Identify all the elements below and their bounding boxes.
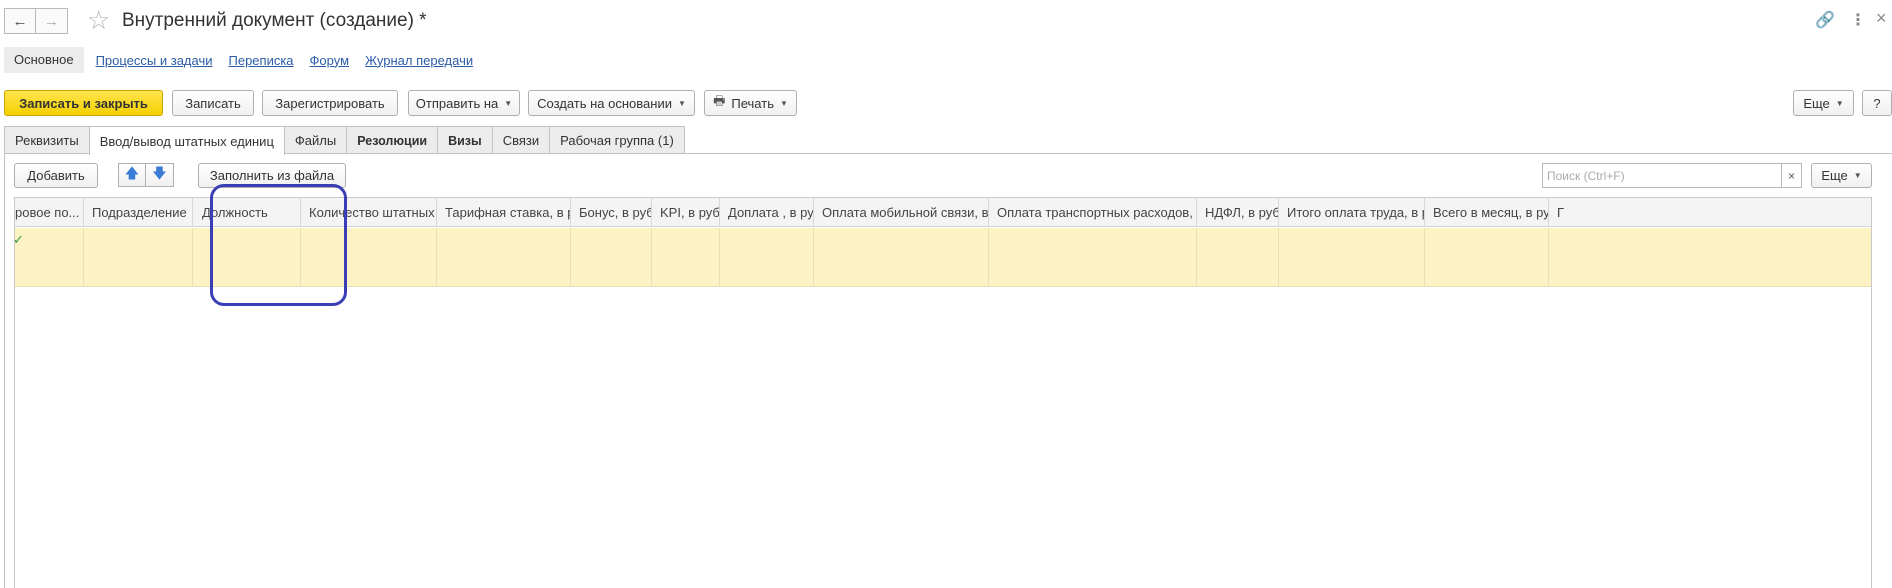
save-label: Записать (185, 95, 241, 111)
chevron-down-icon: ▼ (779, 98, 788, 108)
more-actions-button[interactable]: Еще ▼ (1793, 90, 1854, 116)
section-processes-link[interactable]: Процессы и задачи (92, 53, 217, 68)
chevron-down-icon: ▼ (504, 98, 513, 108)
favorite-star-icon[interactable]: ☆ (87, 6, 110, 34)
table-more-label: Еще (1821, 168, 1848, 183)
add-row-label: Добавить (27, 168, 85, 183)
column-header[interactable]: Доплата , в руб. (720, 198, 814, 227)
search-box: × (1542, 163, 1802, 188)
tab-workgroup[interactable]: Рабочая группа (1) (549, 126, 685, 154)
history-nav: ← → (4, 8, 68, 34)
column-header[interactable]: Бонус, в руб. (571, 198, 652, 227)
tab-details[interactable]: Реквизиты (4, 126, 90, 154)
search-input[interactable] (1543, 164, 1781, 187)
column-header[interactable]: Подразделение (84, 198, 193, 227)
print-label: Печать (731, 95, 774, 111)
column-header[interactable]: Итого оплата труда, в руб. (1279, 198, 1425, 227)
save-and-close-label: Записать и закрыть (19, 95, 148, 111)
move-down-button[interactable]: 🡇 (146, 163, 174, 187)
table-cell[interactable] (1197, 228, 1279, 287)
table-cell[interactable] (1425, 228, 1549, 287)
tab-resolutions[interactable]: Резолюции (346, 126, 439, 154)
tab-bar: Реквизиты Ввод/вывод штатных единиц Файл… (4, 126, 685, 155)
close-icon[interactable]: × (1876, 8, 1887, 29)
table-cell[interactable] (1549, 228, 1589, 287)
column-header[interactable]: KPI, в руб. (652, 198, 720, 227)
help-button[interactable]: ? (1862, 90, 1892, 116)
help-icon: ? (1873, 95, 1881, 111)
link-icon[interactable]: 🔗 (1815, 10, 1835, 30)
section-transfer-log-link[interactable]: Журнал передачи (361, 53, 477, 68)
more-menu-icon[interactable]: ⋮ (1850, 10, 1866, 30)
chevron-down-icon: ▼ (677, 98, 686, 108)
section-main[interactable]: Основное (4, 47, 84, 73)
tab-visas[interactable]: Визы (437, 126, 493, 154)
table-cell[interactable] (814, 228, 989, 287)
table-cell[interactable] (720, 228, 814, 287)
document-title: Внутренний документ (создание) * (122, 10, 427, 31)
forward-arrow-icon: → (44, 12, 59, 30)
more-actions-label: Еще (1803, 95, 1830, 111)
table-cell[interactable] (652, 228, 720, 287)
table-cell[interactable] (15, 228, 84, 287)
column-header[interactable]: Всего в месяц, в руб. (1425, 198, 1549, 227)
tab-files[interactable]: Файлы (283, 126, 348, 154)
arrow-up-icon: 🡅 (124, 165, 140, 181)
column-header[interactable]: ровое по... (15, 198, 84, 227)
move-buttons: 🡅 🡇 (118, 163, 174, 187)
highlight-annotation (210, 184, 347, 306)
table-cell[interactable] (84, 228, 193, 287)
chevron-down-icon: ▼ (1853, 171, 1862, 180)
register-button[interactable]: Зарегистрировать (262, 90, 398, 116)
fill-from-file-label: Заполнить из файла (209, 168, 335, 183)
table-cell[interactable] (437, 228, 571, 287)
table-cell[interactable] (571, 228, 652, 287)
table-cell[interactable] (989, 228, 1197, 287)
register-label: Зарегистрировать (275, 95, 385, 111)
close-icon: × (1787, 168, 1795, 183)
tab-divider (4, 153, 1892, 154)
column-header[interactable]: Тарифная ставка, в руб. (437, 198, 571, 227)
save-and-close-button[interactable]: Записать и закрыть (4, 90, 163, 116)
chevron-down-icon: ▼ (1835, 98, 1844, 108)
table-more-button[interactable]: Еще ▼ (1811, 163, 1872, 188)
section-correspondence-link[interactable]: Переписка (225, 53, 298, 68)
column-header[interactable]: Оплата транспортных расходов, в руб. (989, 198, 1197, 227)
table-cell[interactable] (1279, 228, 1425, 287)
add-row-button[interactable]: Добавить (14, 163, 98, 188)
column-header[interactable]: НДФЛ, в руб. (1197, 198, 1279, 227)
printer-icon: 🖶 (713, 93, 726, 108)
section-nav: Основное Процессы и задачи Переписка Фор… (4, 47, 477, 73)
clear-search-button[interactable]: × (1781, 164, 1801, 187)
column-header[interactable]: Оплата мобильной связи, в руб. (814, 198, 989, 227)
move-up-button[interactable]: 🡅 (118, 163, 146, 187)
send-to-button[interactable]: Отправить на ▼ (408, 90, 520, 116)
back-arrow-icon: ← (12, 12, 28, 30)
tab-content-border (4, 153, 5, 588)
forward-button[interactable]: → (36, 8, 68, 34)
back-button[interactable]: ← (4, 8, 36, 34)
tab-links[interactable]: Связи (491, 126, 551, 154)
column-header[interactable]: Г (1549, 198, 1589, 227)
send-to-label: Отправить на (415, 95, 499, 111)
arrow-down-icon: 🡇 (152, 165, 167, 181)
create-based-on-label: Создать на основании (537, 95, 672, 111)
section-forum-link[interactable]: Форум (306, 53, 354, 68)
title-bar: ← → ☆ Внутренний документ (создание) * 🔗… (0, 0, 1892, 40)
tab-staff-units[interactable]: Ввод/вывод штатных единиц (88, 126, 285, 155)
create-based-on-button[interactable]: Создать на основании ▼ (528, 90, 695, 116)
save-button[interactable]: Записать (172, 90, 254, 116)
print-button[interactable]: 🖶 Печать ▼ (704, 90, 797, 116)
